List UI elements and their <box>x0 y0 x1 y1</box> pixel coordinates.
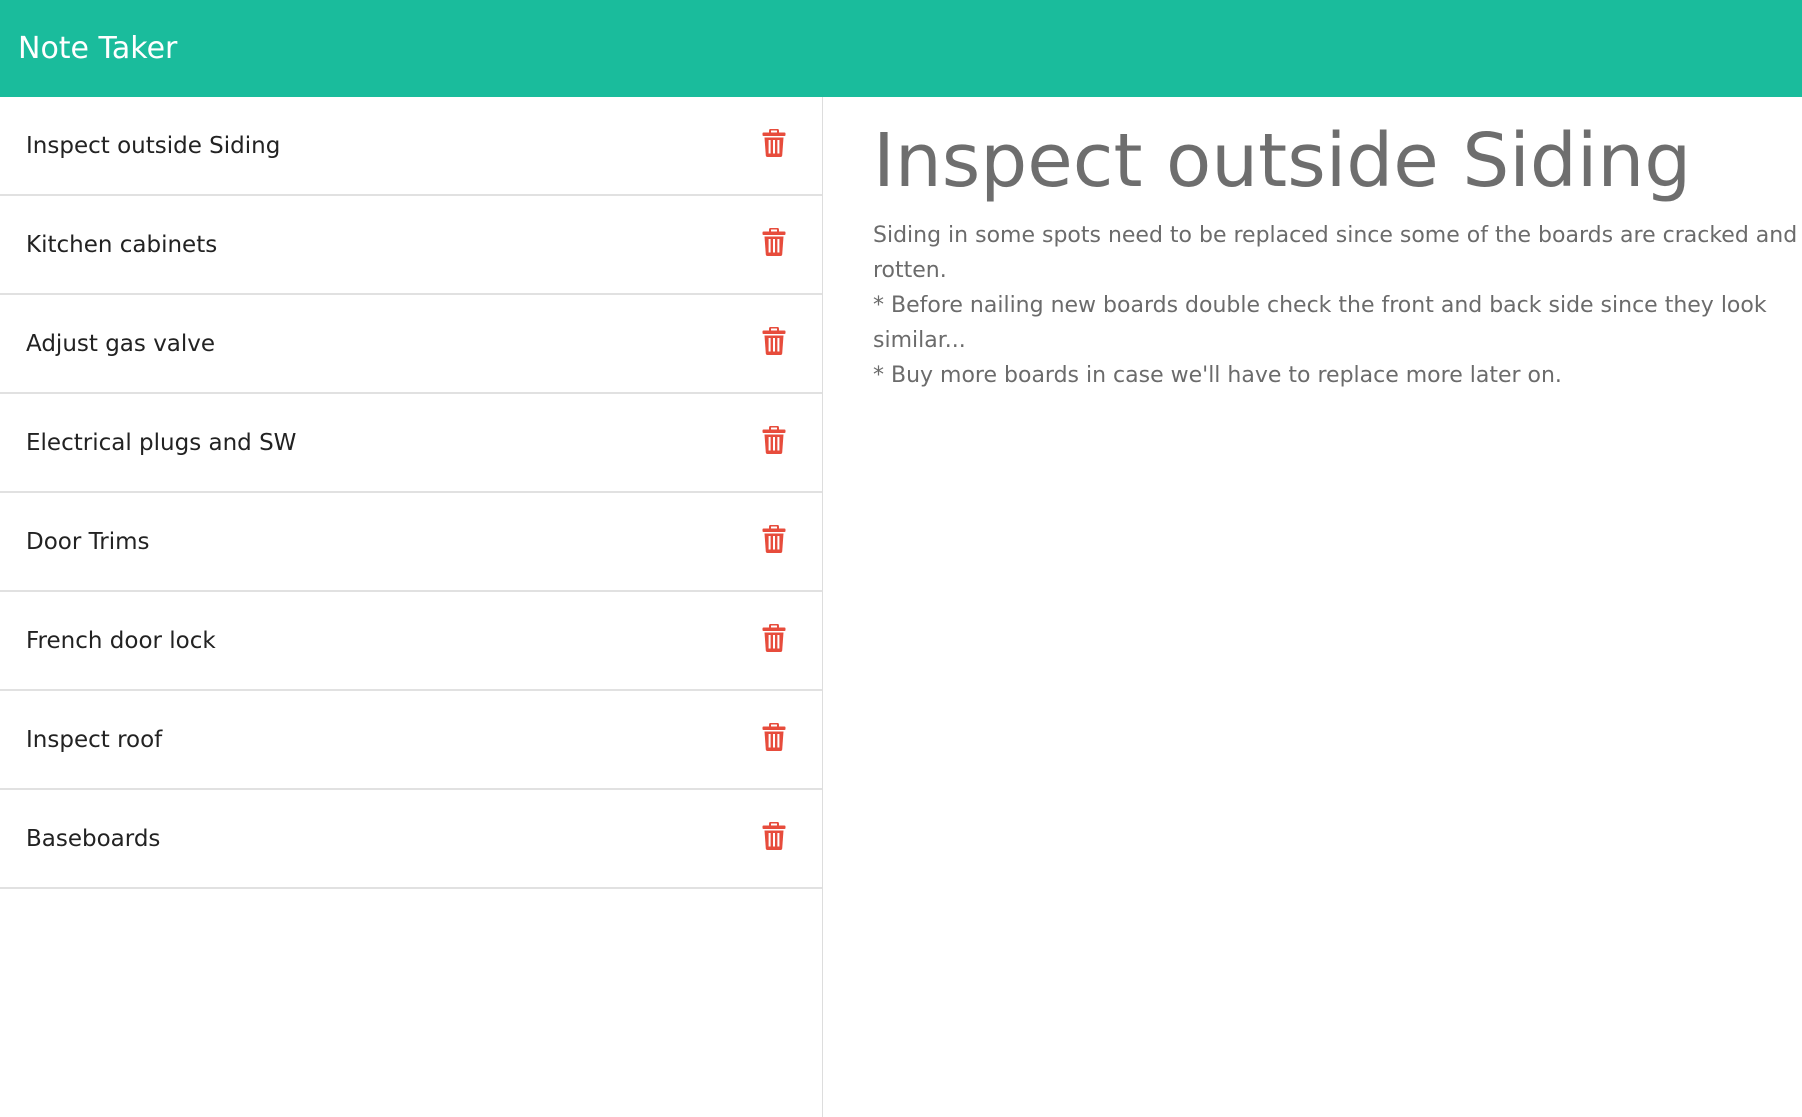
note-list: Inspect outside Siding Kitchen cabinets <box>0 97 823 1117</box>
delete-note-button[interactable] <box>760 524 788 554</box>
navbar: Note Taker <box>0 0 1802 97</box>
note-list-item[interactable]: Baseboards <box>0 790 822 889</box>
delete-note-button[interactable] <box>760 128 788 158</box>
delete-note-button[interactable] <box>760 722 788 752</box>
note-list-item-title: Inspect roof <box>26 726 163 753</box>
note-list-item[interactable]: Door Trims <box>0 493 822 592</box>
note-view: Inspect outside Siding Siding in some sp… <box>823 97 1802 1117</box>
note-list-item-title: Baseboards <box>26 825 161 852</box>
note-list-item[interactable]: Adjust gas valve <box>0 295 822 394</box>
delete-note-button[interactable] <box>760 425 788 455</box>
app-title[interactable]: Note Taker <box>18 31 177 66</box>
note-list-item-title: Inspect outside Siding <box>26 132 281 159</box>
note-list-item-title: Door Trims <box>26 528 150 555</box>
delete-note-button[interactable] <box>760 227 788 257</box>
note-list-item[interactable]: Inspect roof <box>0 691 822 790</box>
trash-icon <box>762 326 786 355</box>
delete-note-button[interactable] <box>760 821 788 851</box>
note-list-item-title: French door lock <box>26 627 216 654</box>
trash-icon <box>762 623 786 652</box>
note-list-item-title: Electrical plugs and SW <box>26 429 297 456</box>
note-list-item[interactable]: Kitchen cabinets <box>0 196 822 295</box>
trash-icon <box>762 821 786 850</box>
trash-icon <box>762 227 786 256</box>
delete-note-button[interactable] <box>760 623 788 653</box>
note-list-item-title: Adjust gas valve <box>26 330 216 357</box>
trash-icon <box>762 128 786 157</box>
trash-icon <box>762 722 786 751</box>
trash-icon <box>762 524 786 553</box>
delete-note-button[interactable] <box>760 326 788 356</box>
note-list-item-title: Kitchen cabinets <box>26 231 218 258</box>
note-list-item[interactable]: French door lock <box>0 592 822 691</box>
note-list-item[interactable]: Inspect outside Siding <box>0 97 822 196</box>
note-title[interactable]: Inspect outside Siding <box>873 115 1802 208</box>
note-list-item[interactable]: Electrical plugs and SW <box>0 394 822 493</box>
trash-icon <box>762 425 786 454</box>
note-text[interactable]: Siding in some spots need to be replaced… <box>873 218 1802 393</box>
